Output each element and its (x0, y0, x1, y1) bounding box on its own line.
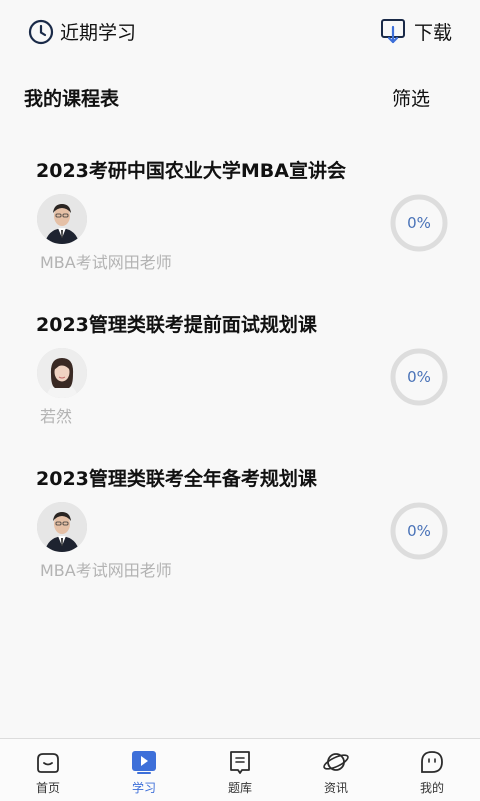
progress-ring: 0% (390, 502, 448, 560)
male-teacher-avatar (37, 194, 87, 244)
course-card[interactable]: 2023管理类联考全年备考规划课 MBA考试网田老师 0% (0, 464, 480, 614)
book-icon (230, 751, 250, 774)
tab-home[interactable]: 首页 (0, 739, 96, 801)
progress-ring: 0% (390, 348, 448, 406)
download-button[interactable]: 下载 (380, 17, 452, 45)
teacher-name: MBA考试网田老师 (40, 561, 172, 580)
teacher-name: 若然 (40, 407, 73, 426)
recent-study-button[interactable]: 近期学习 (28, 18, 136, 45)
course-title: 2023管理类联考提前面试规划课 (36, 314, 317, 336)
tab-label: 学习 (131, 781, 156, 795)
play-icon (132, 751, 156, 774)
filter-button[interactable]: 筛选 (392, 84, 430, 111)
tab-news[interactable]: 资讯 (288, 739, 384, 801)
recent-study-label: 近期学习 (60, 22, 137, 44)
clock-icon (28, 19, 54, 44)
schedule-header: 我的课程表 筛选 (0, 80, 480, 116)
tab-label: 我的 (419, 781, 444, 795)
tab-label: 首页 (35, 781, 60, 795)
progress-percent: 0% (407, 522, 431, 540)
profile-icon (421, 751, 443, 773)
tab-question-bank[interactable]: 题库 (192, 739, 288, 801)
tab-label: 题库 (227, 781, 252, 795)
tab-label: 资讯 (323, 781, 348, 795)
progress-percent: 0% (407, 214, 431, 232)
course-card[interactable]: 2023管理类联考提前面试规划课 若然 0% (0, 310, 480, 460)
home-icon (37, 753, 59, 773)
tab-profile[interactable]: 我的 (384, 739, 480, 801)
course-title: 2023管理类联考全年备考规划课 (36, 468, 317, 490)
female-teacher-avatar (37, 348, 87, 398)
progress-ring: 0% (390, 194, 448, 252)
course-title: 2023考研中国农业大学MBA宣讲会 (36, 160, 346, 182)
download-label: 下载 (413, 21, 452, 44)
teacher-name: MBA考试网田老师 (40, 253, 172, 272)
bottom-tab-bar: 首页 学习 题库 资讯 我的 (0, 738, 480, 801)
page-title: 我的课程表 (24, 88, 120, 110)
progress-percent: 0% (407, 368, 431, 386)
male-teacher-avatar (37, 502, 87, 552)
tab-study[interactable]: 学习 (96, 739, 192, 801)
planet-icon (323, 753, 349, 771)
top-bar: 近期学习 下载 (0, 0, 480, 64)
download-icon (380, 19, 405, 44)
course-card[interactable]: 2023考研中国农业大学MBA宣讲会 MBA考试网田老师 0% (0, 156, 480, 306)
